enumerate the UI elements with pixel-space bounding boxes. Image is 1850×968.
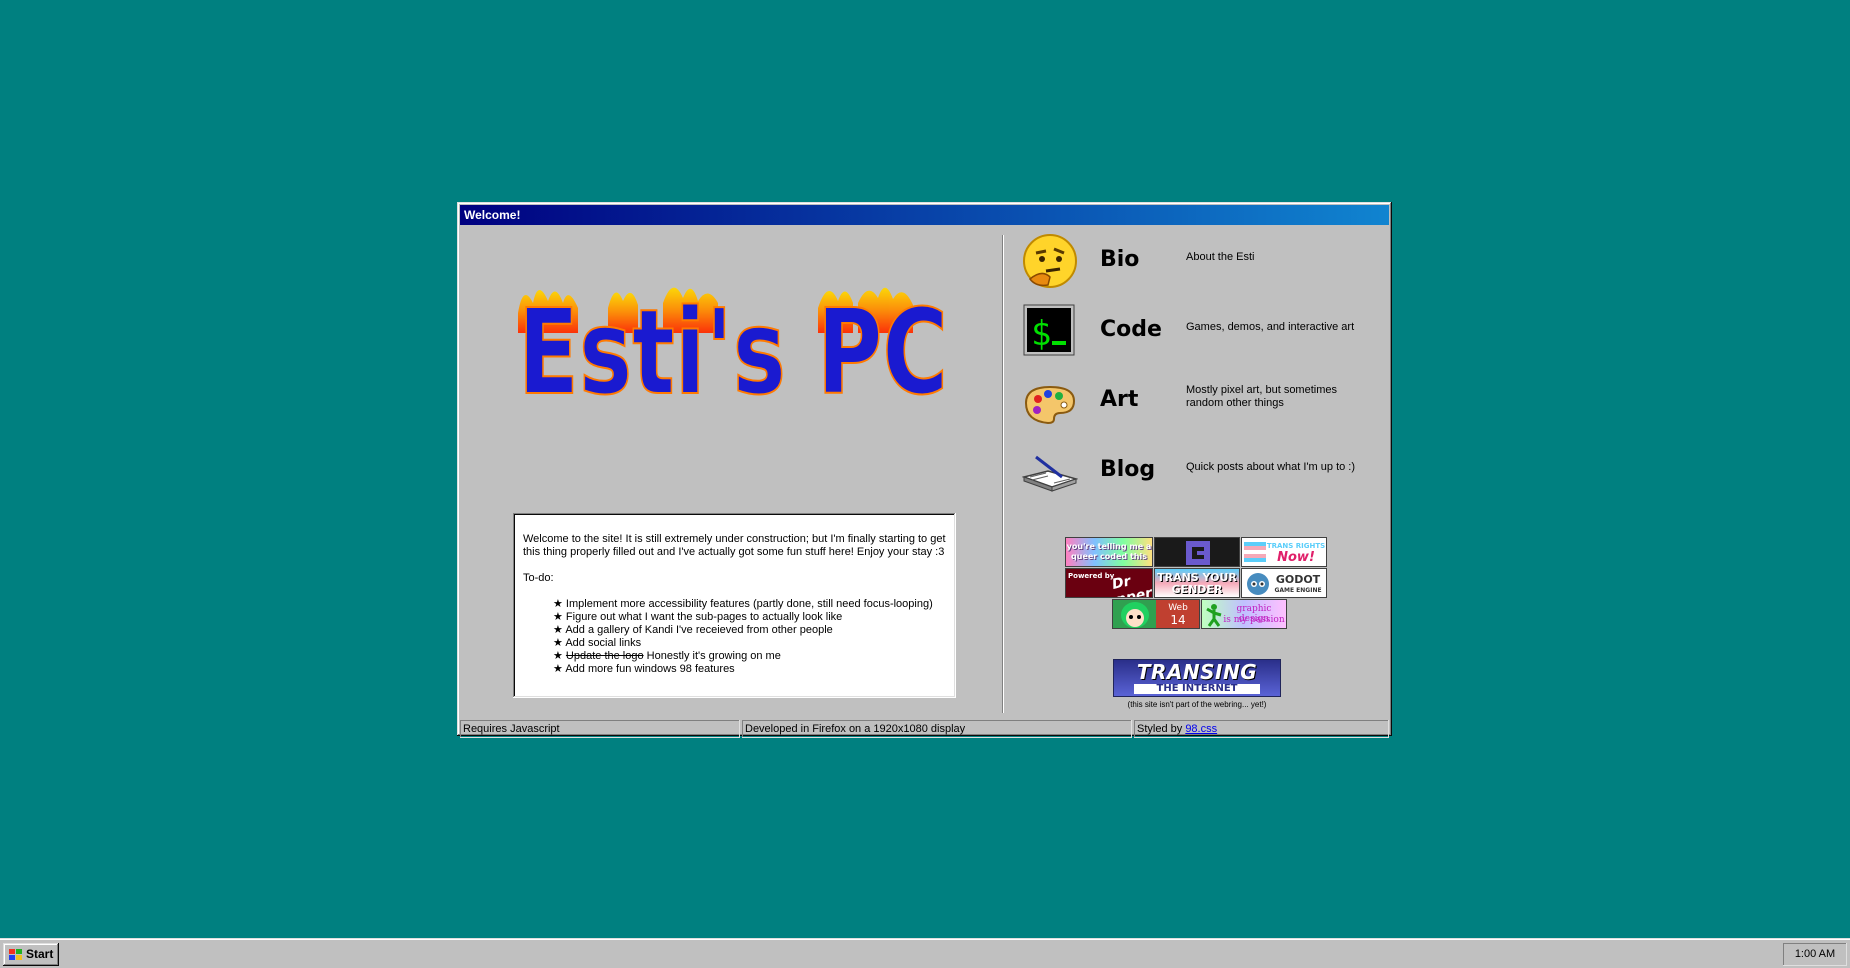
nav-code-description: Games, demos, and interactive art xyxy=(1186,321,1355,333)
web14-badge[interactable]: Web 14 xyxy=(1112,599,1200,629)
anime-girl-icon xyxy=(1121,602,1149,628)
clock-time: 1:00 AM xyxy=(1794,948,1836,960)
todo-item: Implement more accessibility features (p… xyxy=(553,598,946,611)
graphic-design-badge[interactable]: graphic design is my passion xyxy=(1201,599,1287,629)
trans-rights-bottom-text: Now! xyxy=(1277,550,1315,565)
transing-webring-badge[interactable]: TRANSING THE INTERNET xyxy=(1113,659,1281,697)
gamecube-icon xyxy=(1186,541,1210,565)
nav-bio-title: Bio xyxy=(1100,247,1140,272)
gamecube-badge[interactable] xyxy=(1154,537,1240,567)
nav-art-description: Mostly pixel art, but sometimes random o… xyxy=(1186,384,1337,409)
paint-palette-icon xyxy=(1024,385,1076,425)
todo-item: Add a gallery of Kandi I've receieved fr… xyxy=(553,624,946,637)
nav-code[interactable]: $ Code Games, demos, and interactive art xyxy=(1012,299,1382,361)
terminal-icon: $ xyxy=(1023,304,1075,356)
status-requires-js: Requires Javascript xyxy=(460,720,740,738)
98css-link[interactable]: 98.css xyxy=(1185,723,1217,735)
dr-pepper-badge[interactable]: Powered by Dr Pepper xyxy=(1065,568,1153,598)
system-tray-clock: 1:00 AM xyxy=(1783,943,1847,966)
webring-line1: TRANSING xyxy=(1136,660,1258,684)
graphic-design-bottom-text: is my passion xyxy=(1223,615,1285,625)
thinking-face-icon xyxy=(1023,234,1077,288)
nav-blog-description: Quick posts about what I'm up to :) xyxy=(1186,461,1356,473)
todo-item: Add more fun windows 98 features xyxy=(553,663,946,676)
trans-flag-icon xyxy=(1244,542,1266,562)
todo-item: Update the logo Honestly it's growing on… xyxy=(553,650,946,663)
todo-item: Figure out what I want the sub-pages to … xyxy=(553,611,946,624)
godot-top-text: GODOT xyxy=(1275,573,1321,586)
nav-blog[interactable]: Blog Quick posts about what I'm up to :) xyxy=(1012,439,1382,501)
todo-label: To-do: xyxy=(523,572,554,584)
nav-art[interactable]: Art Mostly pixel art, but sometimes rand… xyxy=(1012,369,1382,431)
status-developed-in: Developed in Firefox on a 1920x1080 disp… xyxy=(742,720,1132,738)
godot-badge[interactable]: GODOT GAME ENGINE xyxy=(1241,568,1327,598)
open-book-icon xyxy=(1022,455,1078,492)
taskbar: Start 1:00 AM xyxy=(0,938,1850,968)
window-title-bar[interactable]: Welcome! xyxy=(460,205,1389,225)
web14-top-text: Web xyxy=(1168,603,1188,613)
godot-logo-icon xyxy=(1247,573,1269,595)
web14-bottom-text: 14 xyxy=(1170,613,1186,627)
godot-bottom-text: GAME ENGINE xyxy=(1274,587,1322,594)
welcome-window: Welcome! Esti's PC Welcome to the site! … xyxy=(457,202,1392,736)
site-logo: Esti's PC xyxy=(517,282,949,403)
webring-note: (this site isn't part of the webring... … xyxy=(1127,700,1267,709)
nav-blog-title: Blog xyxy=(1100,457,1156,482)
column-divider xyxy=(1002,235,1004,713)
start-button[interactable]: Start xyxy=(3,943,59,966)
welcome-intro: Welcome to the site! It is still extreme… xyxy=(523,533,946,558)
window-title: Welcome! xyxy=(464,208,521,222)
dancing-figure-icon xyxy=(1206,604,1222,627)
welcome-text-box: Welcome to the site! It is still extreme… xyxy=(513,513,956,698)
svg-text:$: $ xyxy=(1031,314,1051,354)
todo-list: Implement more accessibility features (p… xyxy=(523,598,946,676)
queer-coded-badge[interactable]: you're telling me a queer coded this xyxy=(1065,537,1153,567)
nav-code-title: Code xyxy=(1100,317,1162,342)
trans-rights-badge[interactable]: TRANS RIGHTS Now! xyxy=(1241,537,1327,567)
window-body: Esti's PC Welcome to the site! It is sti… xyxy=(460,225,1389,735)
todo-struck-text: Update the logo xyxy=(565,650,644,662)
trans-gender-bottom-text: GENDER xyxy=(1171,583,1223,596)
styled-by-label: Styled by xyxy=(1137,723,1186,735)
logo-text: Esti's PC xyxy=(518,283,948,403)
todo-item: Add social links xyxy=(553,637,946,650)
todo-note: Honestly it's growing on me xyxy=(643,650,781,662)
nav-bio[interactable]: Bio About the Esti xyxy=(1012,229,1382,291)
status-styled-by: Styled by 98.css xyxy=(1134,720,1389,738)
start-label: Start xyxy=(26,947,54,961)
nav-bio-description: About the Esti xyxy=(1186,251,1255,263)
status-bar: Requires Javascript Developed in Firefox… xyxy=(460,720,1389,738)
windows-logo-icon xyxy=(9,948,22,960)
webring-line2: THE INTERNET xyxy=(1134,684,1260,694)
queer-coded-text: you're telling me a queer coded this xyxy=(1066,542,1152,561)
nav-art-title: Art xyxy=(1100,387,1139,412)
trans-gender-badge[interactable]: TRANS YOUR GENDER xyxy=(1154,568,1240,598)
